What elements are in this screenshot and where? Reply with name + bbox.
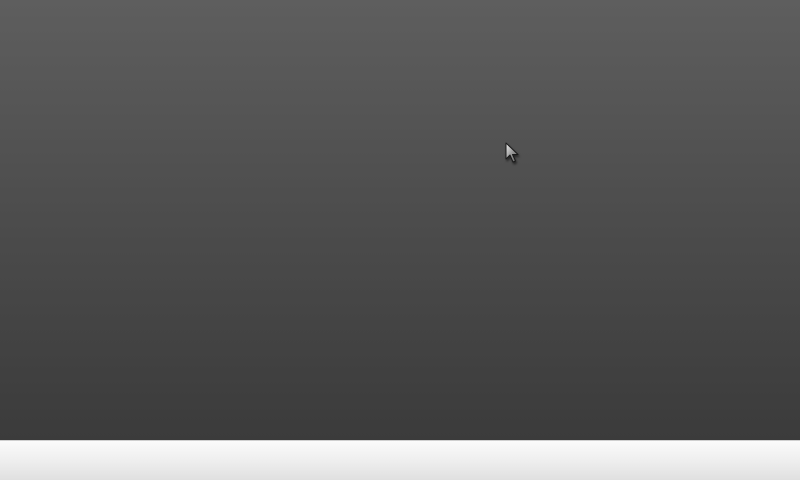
screen xyxy=(0,0,800,480)
desktop-background[interactable] xyxy=(0,0,800,440)
taskbar[interactable] xyxy=(0,440,800,480)
mouse-cursor-icon xyxy=(505,142,519,163)
